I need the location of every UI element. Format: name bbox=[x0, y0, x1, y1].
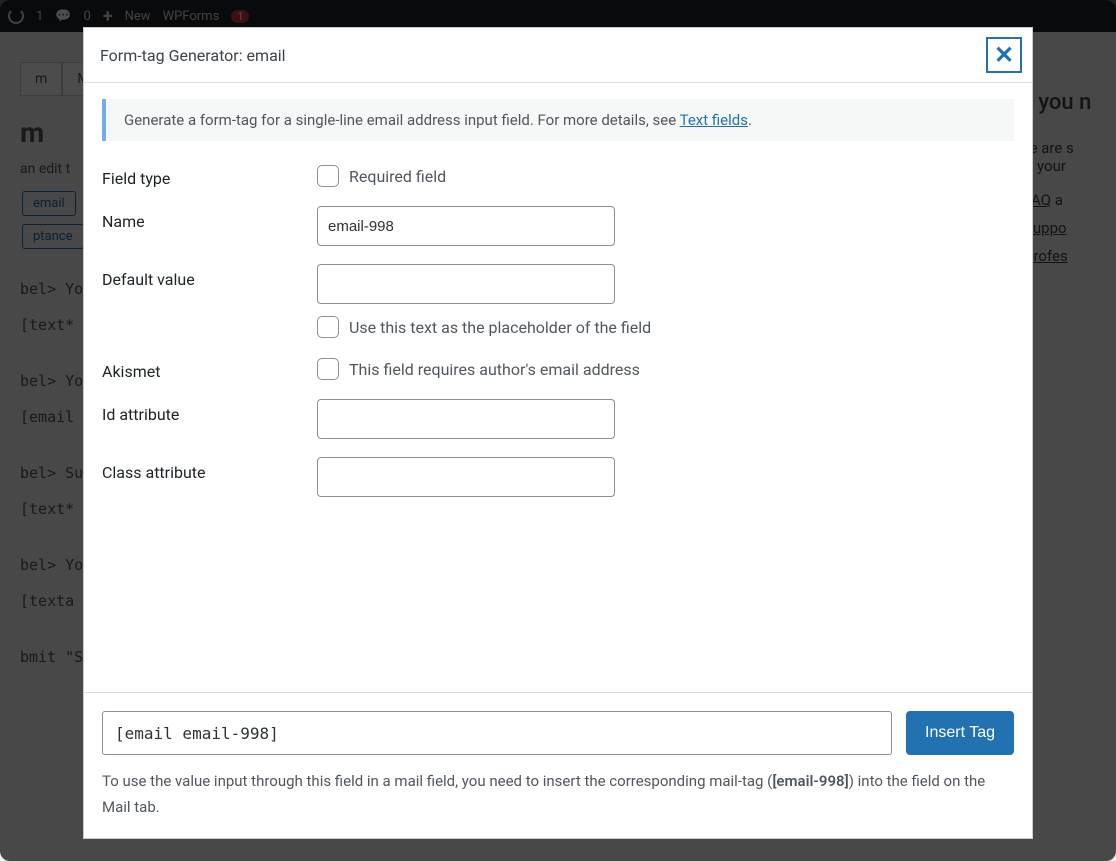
modal-body: Generate a form-tag for a single-line em… bbox=[84, 83, 1032, 692]
tag-output[interactable] bbox=[102, 711, 892, 755]
class-attribute-label: Class attribute bbox=[102, 457, 317, 482]
modal-footer: Insert Tag To use the value input throug… bbox=[84, 692, 1032, 838]
placeholder-label: Use this text as the placeholder of the … bbox=[349, 318, 651, 337]
default-value-input[interactable] bbox=[317, 264, 615, 304]
close-icon: ✕ bbox=[994, 41, 1014, 69]
id-attribute-label: Id attribute bbox=[102, 399, 317, 424]
field-type-label: Field type bbox=[102, 163, 317, 188]
akismet-checkbox[interactable] bbox=[317, 358, 339, 380]
row-name: Name bbox=[102, 206, 1014, 246]
row-akismet: Akismet This field requires author's ema… bbox=[102, 356, 1014, 381]
required-checkbox[interactable] bbox=[317, 165, 339, 187]
row-field-type: Field type Required field bbox=[102, 163, 1014, 188]
required-label: Required field bbox=[349, 167, 446, 186]
close-button[interactable]: ✕ bbox=[986, 37, 1022, 73]
placeholder-checkbox[interactable] bbox=[317, 316, 339, 338]
notice-text: Generate a form-tag for a single-line em… bbox=[124, 111, 680, 129]
modal-title: Form-tag Generator: email bbox=[100, 46, 286, 65]
name-input[interactable] bbox=[317, 206, 615, 246]
id-attribute-input[interactable] bbox=[317, 399, 615, 439]
akismet-label: Akismet bbox=[102, 356, 317, 381]
modal-header: Form-tag Generator: email ✕ bbox=[84, 28, 1032, 83]
help-mail-tag: [email-998] bbox=[772, 772, 848, 790]
insert-tag-button[interactable]: Insert Tag bbox=[906, 711, 1014, 755]
default-value-label: Default value bbox=[102, 264, 317, 289]
row-class-attribute: Class attribute bbox=[102, 457, 1014, 497]
row-id-attribute: Id attribute bbox=[102, 399, 1014, 439]
class-attribute-input[interactable] bbox=[317, 457, 615, 497]
form-tag-generator-modal: Form-tag Generator: email ✕ Generate a f… bbox=[83, 27, 1033, 839]
row-default-value: Default value Use this text as the place… bbox=[102, 264, 1014, 338]
akismet-option-label: This field requires author's email addre… bbox=[349, 360, 640, 379]
footer-help-text: To use the value input through this fiel… bbox=[102, 769, 1014, 820]
info-notice: Generate a form-tag for a single-line em… bbox=[102, 99, 1014, 141]
help-pre: To use the value input through this fiel… bbox=[102, 772, 772, 790]
name-label: Name bbox=[102, 206, 317, 231]
notice-tail: . bbox=[748, 111, 752, 129]
text-fields-link[interactable]: Text fields bbox=[680, 111, 748, 129]
